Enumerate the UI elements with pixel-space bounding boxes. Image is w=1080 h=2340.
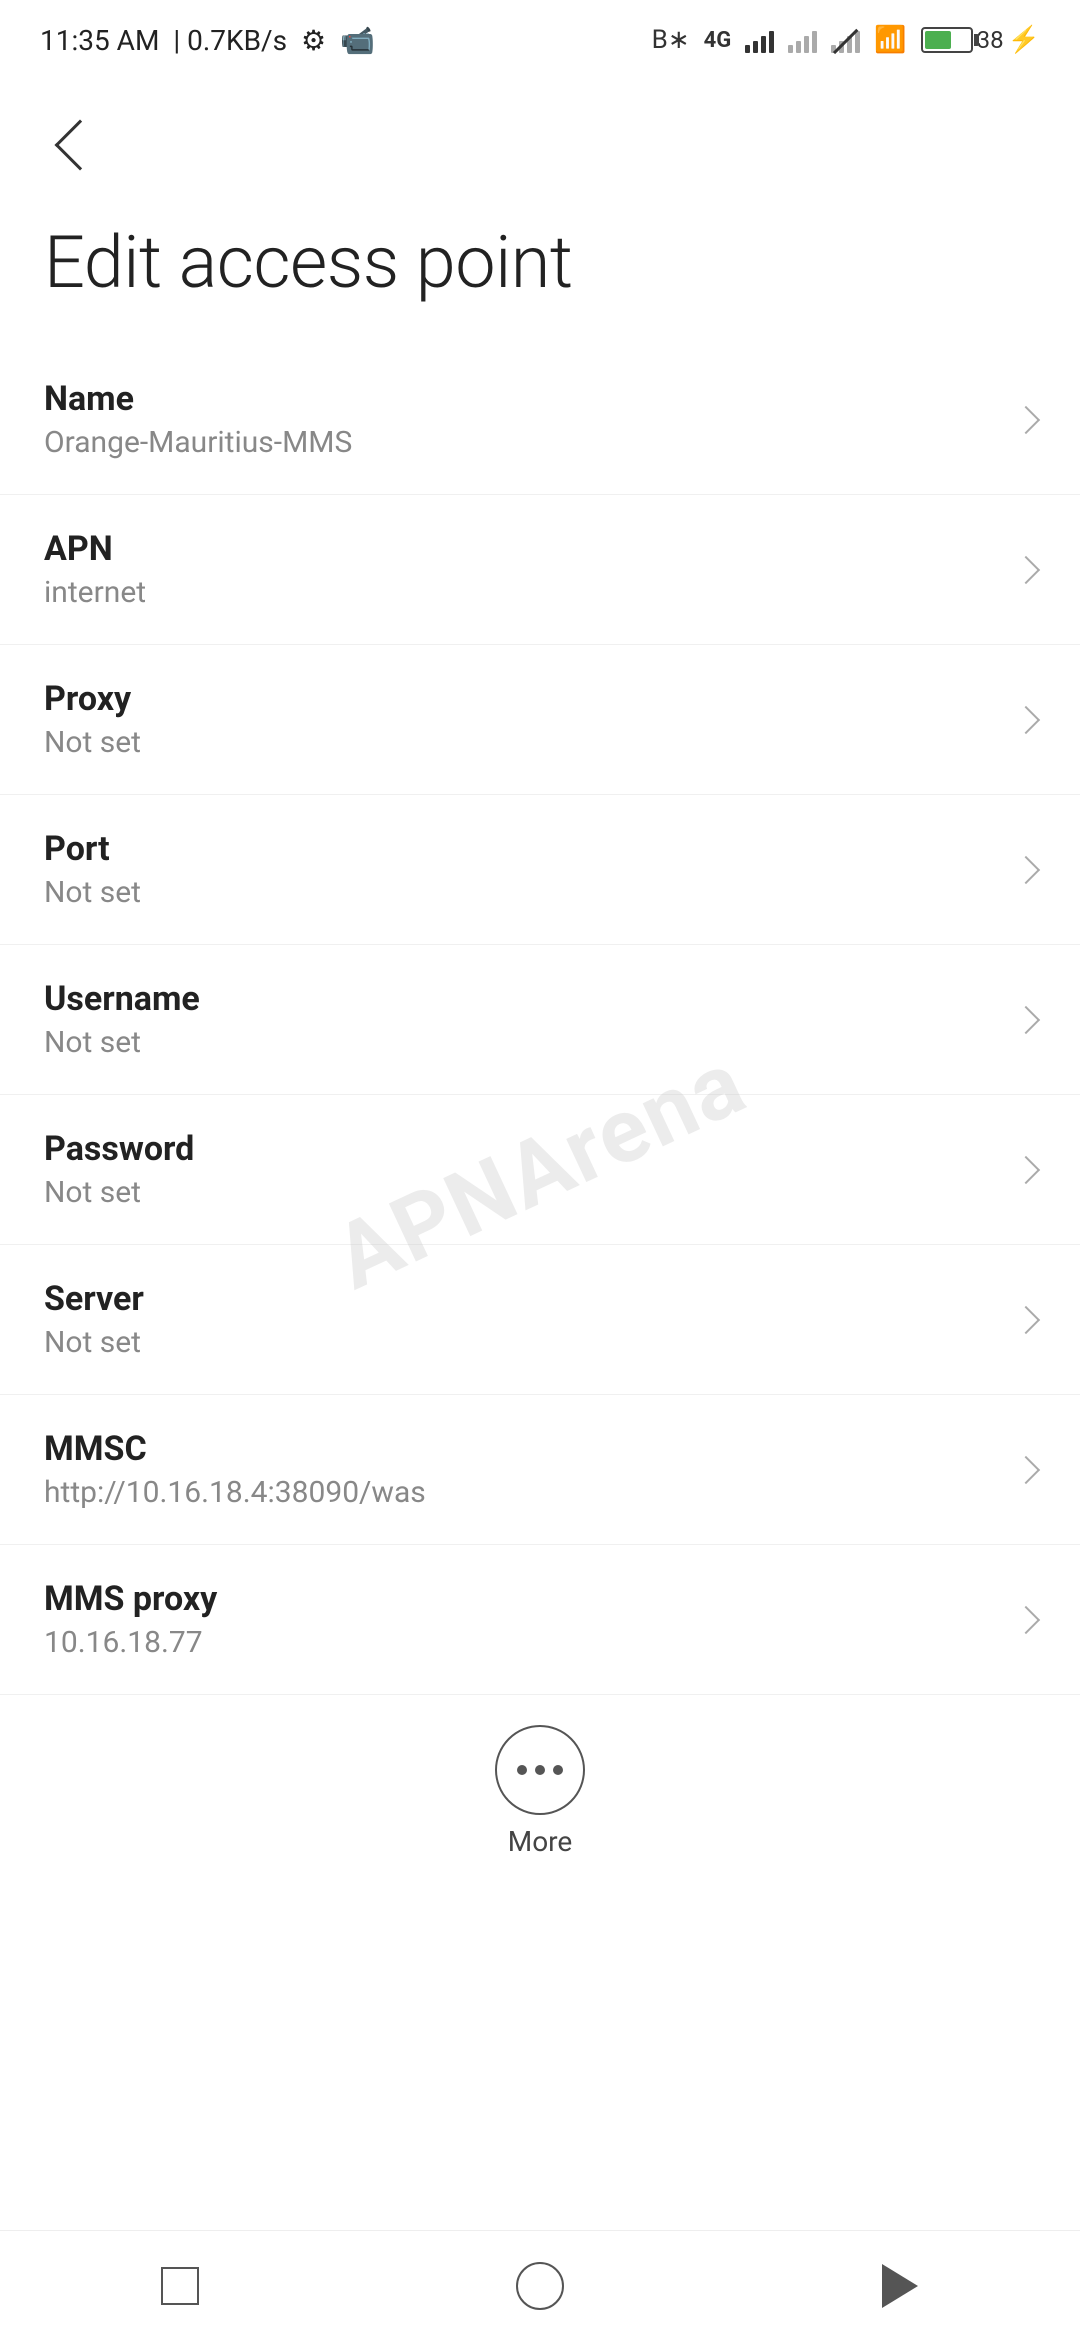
settings-item-value: Not set: [44, 725, 996, 760]
settings-item[interactable]: Proxy Not set: [0, 645, 1080, 795]
chevron-right-icon: [1012, 1155, 1040, 1183]
chevron-right-icon: [1012, 1605, 1040, 1633]
settings-item-label: Username: [44, 979, 996, 1019]
more-dots-icon: [517, 1765, 563, 1775]
settings-icon: ⚙: [301, 24, 326, 57]
settings-item-label: Port: [44, 829, 996, 869]
signal-bars-2: [788, 27, 817, 53]
status-bar-right: B∗ 4G 📶 38 ⚡: [652, 25, 1040, 55]
page-title: Edit access point: [0, 190, 1080, 345]
settings-item[interactable]: Server Not set: [0, 1245, 1080, 1395]
chevron-right-icon: [1012, 1005, 1040, 1033]
recents-icon: [161, 2267, 199, 2305]
settings-item-content: Name Orange-Mauritius-MMS: [44, 379, 996, 460]
settings-item-label: APN: [44, 529, 996, 569]
settings-item-label: MMS proxy: [44, 1579, 996, 1619]
settings-item[interactable]: Username Not set: [0, 945, 1080, 1095]
settings-item-label: MMSC: [44, 1429, 996, 1469]
settings-item-label: Proxy: [44, 679, 996, 719]
chevron-right-icon: [1012, 705, 1040, 733]
settings-item[interactable]: Port Not set: [0, 795, 1080, 945]
bluetooth-icon: B∗: [652, 25, 690, 55]
settings-item[interactable]: Password Not set: [0, 1095, 1080, 1245]
back-button[interactable]: [40, 110, 110, 180]
settings-item-label: Name: [44, 379, 996, 419]
camera-icon: 📹: [340, 24, 375, 57]
nav-recents-button[interactable]: [135, 2241, 225, 2331]
chevron-right-icon: [1012, 555, 1040, 583]
settings-item-value: 10.16.18.77: [44, 1625, 996, 1660]
settings-item-content: Proxy Not set: [44, 679, 996, 760]
settings-item[interactable]: MMSC http://10.16.18.4:38090/was: [0, 1395, 1080, 1545]
chevron-right-icon: [1012, 855, 1040, 883]
settings-item-value: Not set: [44, 1325, 996, 1360]
settings-item-content: APN internet: [44, 529, 996, 610]
settings-item[interactable]: MMS proxy 10.16.18.77: [0, 1545, 1080, 1695]
settings-item-content: MMS proxy 10.16.18.77: [44, 1579, 996, 1660]
settings-item-value: Orange-Mauritius-MMS: [44, 425, 996, 460]
settings-item-value: http://10.16.18.4:38090/was: [44, 1475, 996, 1510]
home-icon: [516, 2262, 564, 2310]
back-icon: [882, 2264, 918, 2308]
settings-item-value: Not set: [44, 875, 996, 910]
settings-item-content: MMSC http://10.16.18.4:38090/was: [44, 1429, 996, 1510]
settings-item-value: internet: [44, 575, 996, 610]
settings-item-value: Not set: [44, 1025, 996, 1060]
wifi-icon: 📶: [874, 25, 906, 55]
4g-icon: 4G: [704, 28, 732, 53]
settings-item-value: Not set: [44, 1175, 996, 1210]
bottom-nav: [0, 2230, 1080, 2340]
signal-bars-1: [745, 27, 774, 53]
battery-indicator: 38 ⚡: [921, 25, 1040, 55]
settings-item-label: Server: [44, 1279, 996, 1319]
settings-item[interactable]: APN internet: [0, 495, 1080, 645]
more-button-area: More: [0, 1695, 1080, 1878]
chevron-right-icon: [1012, 1305, 1040, 1333]
time-display: 11:35 AM: [40, 24, 159, 57]
status-bar-left: 11:35 AM | 0.7KB/s ⚙ 📹: [40, 24, 375, 57]
back-arrow-icon: [55, 120, 106, 171]
status-bar: 11:35 AM | 0.7KB/s ⚙ 📹 B∗ 4G 📶: [0, 0, 1080, 80]
nav-back-button[interactable]: [855, 2241, 945, 2331]
nav-home-button[interactable]: [495, 2241, 585, 2331]
more-button[interactable]: [495, 1725, 585, 1815]
signal-bars-crossed: [831, 27, 860, 53]
chevron-right-icon: [1012, 1455, 1040, 1483]
settings-item-content: Server Not set: [44, 1279, 996, 1360]
top-nav: [0, 80, 1080, 190]
settings-item[interactable]: Name Orange-Mauritius-MMS: [0, 345, 1080, 495]
settings-item-label: Password: [44, 1129, 996, 1169]
more-label: More: [508, 1825, 573, 1858]
settings-item-content: Port Not set: [44, 829, 996, 910]
chevron-right-icon: [1012, 405, 1040, 433]
settings-item-content: Password Not set: [44, 1129, 996, 1210]
settings-item-content: Username Not set: [44, 979, 996, 1060]
speed-display: | 0.7KB/s: [173, 24, 287, 57]
settings-list: Name Orange-Mauritius-MMS APN internet P…: [0, 345, 1080, 1695]
